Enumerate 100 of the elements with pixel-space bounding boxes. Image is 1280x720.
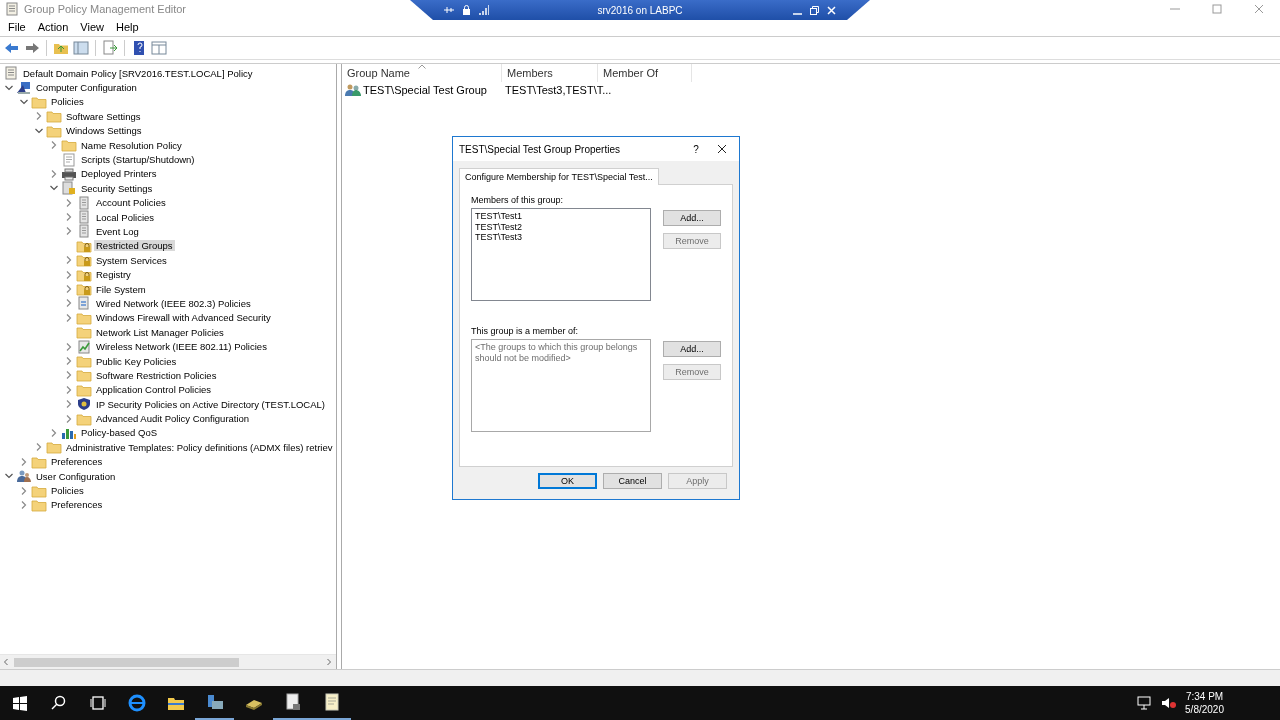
members-label: Members of this group: — [471, 195, 565, 205]
member-of-field[interactable]: <The groups to which this group belongs should not be modified> — [471, 339, 651, 432]
tree-item[interactable]: Wireless Network (IEEE 802.11) Policies — [94, 341, 269, 353]
list-item[interactable]: TEST\Test1 — [475, 211, 647, 222]
column-header[interactable]: Member Of — [598, 64, 692, 82]
tree-item[interactable]: Scripts (Startup/Shutdown) — [79, 154, 197, 166]
printer-icon — [61, 166, 77, 181]
server-icon — [76, 224, 92, 239]
tree-item[interactable]: Event Log — [94, 226, 141, 237]
tree-item[interactable]: Windows Settings — [64, 125, 144, 137]
dialog-button[interactable]: OK — [538, 473, 597, 489]
tree-item[interactable]: Application Control Policies — [94, 384, 214, 396]
tree-item[interactable]: File System — [94, 283, 148, 295]
document-icon — [283, 693, 302, 711]
folder-icon — [46, 440, 62, 455]
tab[interactable]: Configure Membership for TEST\Special Test... — [459, 168, 659, 185]
tree-item[interactable]: Registry — [94, 269, 133, 281]
tree-item[interactable]: Default Domain Policy [SRV2016.TEST.LOCAL] Policy — [21, 67, 255, 79]
browser-icon — [127, 694, 146, 712]
tree-item[interactable]: Restricted Groups — [94, 240, 175, 252]
lock-icon — [462, 5, 471, 15]
network-icon[interactable] — [1137, 696, 1154, 710]
tree-item[interactable]: Policy-based QoS — [79, 427, 160, 439]
users-icon — [345, 83, 361, 97]
locked-folder-icon — [76, 267, 92, 282]
folder-icon — [46, 123, 62, 138]
menu-item[interactable]: Help — [109, 21, 145, 33]
tree-item[interactable]: Preferences — [49, 456, 105, 468]
column-header[interactable]: Members — [502, 64, 598, 82]
chevron-right-icon[interactable] — [50, 141, 58, 150]
scrollbar-thumb[interactable] — [14, 657, 239, 667]
shield-icon — [76, 397, 92, 412]
chevron-down-icon[interactable] — [5, 472, 13, 481]
chevron-down-icon[interactable] — [50, 184, 58, 193]
restore-icon[interactable] — [810, 5, 819, 15]
tree-item[interactable]: Name Resolution Policy — [79, 139, 184, 151]
maximize-icon[interactable] — [1212, 4, 1222, 14]
tree-item[interactable]: Policies — [49, 485, 86, 496]
tree-item[interactable]: Advanced Audit Policy Configuration — [94, 413, 252, 425]
tree-item[interactable]: Windows Firewall with Advanced Security — [94, 312, 273, 324]
folder-icon — [61, 138, 77, 153]
list-placeholder: <The groups to which this group belongs should not be modified> — [475, 342, 639, 363]
tree-item[interactable]: Local Policies — [94, 211, 157, 223]
locked-folder-icon — [76, 238, 92, 253]
export-icon[interactable] — [102, 40, 118, 56]
tree-item[interactable]: IP Security Policies on Active Directory (TEST.LOCAL) — [94, 398, 327, 410]
list-item[interactable]: TEST\Test3 — [475, 232, 647, 243]
dialog-button[interactable]: Add... — [663, 341, 721, 357]
help-icon[interactable] — [131, 40, 147, 56]
network-icon — [76, 296, 92, 311]
speaker-muted-icon[interactable] — [1161, 696, 1178, 710]
chevron-down-icon[interactable] — [35, 126, 43, 135]
secured-document-icon — [61, 181, 77, 196]
back-arrow-icon[interactable] — [4, 40, 20, 56]
console-tree-icon[interactable] — [73, 40, 89, 56]
column-header[interactable]: Group Name — [342, 64, 502, 82]
dialog-button[interactable]: Add... — [663, 210, 721, 226]
tree-item[interactable]: Account Policies — [94, 197, 168, 209]
folder-icon — [76, 325, 92, 340]
tree-item[interactable]: Software Restriction Policies — [94, 369, 219, 381]
menu-item[interactable]: View — [74, 21, 110, 33]
folder-icon — [31, 94, 47, 109]
scroll-right-icon[interactable] — [326, 658, 332, 666]
tree-item[interactable]: Policies — [49, 96, 86, 108]
tree-item[interactable]: System Services — [94, 254, 169, 266]
member-of-label: This group is a member of: — [471, 326, 580, 336]
dialog-button[interactable]: Cancel — [603, 473, 662, 489]
pin-icon[interactable] — [444, 5, 454, 15]
clock-date[interactable]: 5/8/2020 — [1185, 703, 1224, 716]
tree-item[interactable]: Public Key Policies — [94, 355, 179, 367]
notes-icon — [322, 693, 341, 711]
server-icon — [205, 693, 224, 711]
tree-item[interactable]: Computer Configuration — [34, 82, 139, 94]
list-item[interactable]: TEST\Test2 — [475, 221, 647, 232]
tree-item[interactable]: Administrative Templates: Policy definitions (ADMX files) retriev — [64, 441, 335, 453]
menu-item[interactable]: Action — [31, 21, 75, 33]
menu-item[interactable]: File — [2, 21, 32, 33]
dialog-title: TEST\Special Test Group Properties — [459, 143, 621, 155]
tree-item[interactable]: Network List Manager Policies — [94, 326, 226, 338]
users-icon — [16, 469, 32, 484]
tree-item[interactable]: Deployed Printers — [79, 168, 159, 180]
tree-item[interactable]: Preferences — [49, 499, 105, 511]
tree-item[interactable]: Wired Network (IEEE 802.3) Policies — [94, 297, 253, 309]
folder-icon — [31, 483, 47, 498]
chevron-right-icon[interactable] — [50, 169, 58, 178]
help-button[interactable]: ? — [679, 143, 713, 155]
forward-arrow-icon[interactable] — [24, 40, 40, 56]
wireless-icon — [76, 339, 92, 354]
server-icon — [76, 210, 92, 225]
clock-time[interactable]: 7:34 PM — [1185, 690, 1224, 703]
tree-item[interactable]: Software Settings — [64, 110, 143, 122]
folder-icon — [31, 497, 47, 512]
tree-item[interactable]: Security Settings — [79, 182, 155, 194]
scroll-left-icon[interactable] — [3, 658, 9, 666]
chevron-right-icon[interactable] — [35, 112, 43, 121]
members-list[interactable]: TEST\Test1 TEST\Test2 TEST\Test3 — [471, 208, 651, 301]
document-icon — [61, 152, 77, 167]
close-icon[interactable] — [717, 144, 727, 154]
tree-item[interactable]: User Configuration — [34, 470, 118, 482]
table-cell[interactable]: TEST\Special Test Group — [363, 84, 487, 96]
